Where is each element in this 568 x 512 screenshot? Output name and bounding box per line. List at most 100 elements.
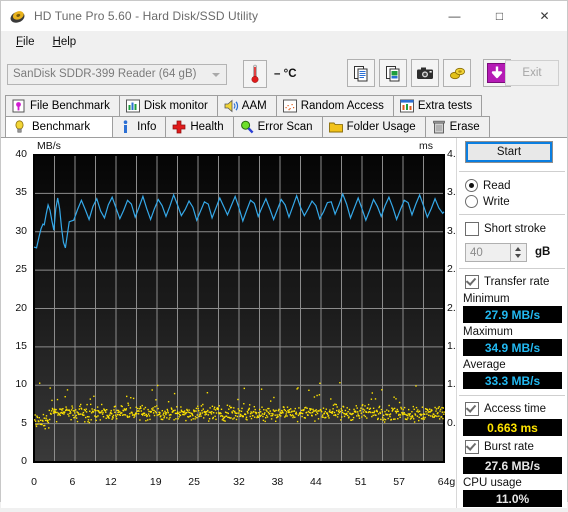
y-axis-label: MB/s	[37, 140, 61, 152]
stepper-down-icon	[515, 254, 521, 258]
x-axis-tick: 12	[105, 476, 117, 488]
minimum-value: 27.9 MB/s	[463, 306, 562, 323]
tab-label: File Benchmark	[30, 100, 110, 112]
benchmark-chart: 05101520253035400.501.001.502.002.503.00…	[1, 138, 467, 508]
radio-read-label: Read	[483, 179, 511, 192]
menu-bar: File Help	[1, 31, 567, 53]
x-axis-tick: 57	[393, 476, 405, 488]
burst-rate-checkbox[interactable]: Burst rate	[465, 440, 534, 454]
x-axis-tick: 25	[188, 476, 200, 488]
tab-label: AAM	[241, 100, 267, 112]
tab-random-access[interactable]: Random Access	[275, 95, 394, 116]
start-button[interactable]: Start	[465, 141, 553, 163]
trash-icon	[432, 120, 445, 137]
average-value: 33.3 MB/s	[463, 372, 562, 389]
extra-tests-icon	[399, 99, 414, 116]
copy-text-icon[interactable]	[347, 59, 375, 87]
tab-label: Info	[137, 121, 157, 133]
tab-extra-tests[interactable]: Extra tests	[392, 95, 483, 116]
cpu-usage-value: 11.0%	[463, 490, 562, 507]
menu-help[interactable]: Help	[44, 34, 86, 50]
minimize-button[interactable]: —	[432, 1, 477, 31]
tab-label: Health	[190, 121, 224, 133]
harddisk-icon	[9, 8, 26, 25]
exit-button[interactable]: Exit	[505, 60, 559, 86]
transfer-rate-checkbox[interactable]: Transfer rate	[465, 275, 549, 289]
copy-image-icon[interactable]	[379, 59, 407, 87]
thermometer-icon	[243, 60, 267, 88]
y-axis-tick: 15	[15, 339, 27, 352]
short-stroke-unit: gB	[535, 246, 551, 258]
radio-read[interactable]: Read	[465, 179, 511, 192]
benchmark-chart-svg	[33, 154, 445, 463]
short-stroke-stepper[interactable]: 40	[465, 243, 527, 262]
controls-panel: Start Read Write Short stroke 40 gB Tran…	[456, 138, 567, 508]
tab-error-scan[interactable]: Error Scan	[232, 116, 323, 137]
access-time-label: Access time	[484, 403, 546, 415]
disk-monitor-icon	[125, 99, 140, 116]
checkbox-icon	[465, 275, 479, 289]
window-title: HD Tune Pro 5.60 - Hard Disk/SSD Utility	[34, 9, 259, 23]
tab-label: Erase	[449, 121, 480, 133]
maximum-value: 34.9 MB/s	[463, 339, 562, 356]
tab-health[interactable]: Health	[165, 116, 234, 137]
device-select[interactable]: SanDisk SDDR-399 Reader (64 gB)	[7, 63, 227, 85]
divider	[459, 395, 565, 396]
benchmark-panel: 05101520253035400.501.001.502.002.503.00…	[1, 137, 567, 508]
close-button[interactable]: ✕	[522, 1, 567, 31]
cpu-usage-label: CPU usage	[463, 477, 522, 489]
x-axis-tick: 6	[69, 476, 76, 488]
temperature-display: – °C	[243, 60, 297, 88]
short-stroke-checkbox[interactable]: Short stroke	[465, 222, 546, 236]
file-benchmark-icon	[12, 99, 25, 116]
y-axis-tick: 10	[15, 378, 27, 391]
y-axis-tick: 25	[15, 263, 27, 276]
toolbar: SanDisk SDDR-399 Reader (64 gB) – °C Exi…	[1, 53, 567, 95]
maximum-label: Maximum	[463, 326, 513, 338]
info-icon	[121, 120, 130, 137]
hd-tune-window: HD Tune Pro 5.60 - Hard Disk/SSD Utility…	[0, 0, 568, 508]
tab-folder-usage[interactable]: Folder Usage	[321, 116, 426, 137]
tab-label: Disk monitor	[143, 100, 208, 112]
transfer-rate-label: Transfer rate	[484, 276, 550, 288]
y-axis-tick: 5	[21, 416, 27, 429]
maximize-button[interactable]: □	[477, 1, 522, 31]
tab-file-benchmark[interactable]: File Benchmark	[5, 95, 120, 116]
tab-label: Folder Usage	[346, 121, 416, 133]
tab-benchmark[interactable]: Benchmark	[5, 116, 114, 137]
donate-icon[interactable]	[443, 59, 471, 87]
radio-write[interactable]: Write	[465, 195, 510, 208]
x-axis-tick: 0	[31, 476, 37, 488]
tab-erase[interactable]: Erase	[424, 116, 490, 137]
window-controls: — □ ✕	[432, 1, 567, 31]
menu-file[interactable]: File	[7, 34, 44, 50]
average-label: Average	[463, 359, 506, 371]
tab-bar: File Benchmark Disk monitor AAM Random A…	[1, 95, 567, 137]
random-access-icon	[282, 99, 297, 116]
checkbox-icon	[465, 440, 479, 454]
checkbox-icon	[465, 402, 479, 416]
y-axis-tick: 20	[15, 301, 27, 314]
stepper-arrows[interactable]	[510, 244, 526, 261]
tab-info[interactable]: Info	[112, 116, 167, 137]
screenshot-icon[interactable]	[411, 59, 439, 87]
access-time-checkbox[interactable]: Access time	[465, 402, 546, 416]
x-axis-tick: 51	[354, 476, 367, 488]
speaker-icon	[224, 99, 239, 116]
tab-aam[interactable]: AAM	[216, 95, 277, 116]
toolbar-buttons	[347, 59, 511, 87]
title-bar: HD Tune Pro 5.60 - Hard Disk/SSD Utility…	[1, 1, 567, 31]
burst-rate-value: 27.6 MB/s	[463, 457, 562, 474]
tab-disk-monitor[interactable]: Disk monitor	[118, 95, 218, 116]
x-axis-tick: 44	[310, 476, 322, 488]
health-cross-icon	[172, 120, 186, 137]
tab-row-secondary: Benchmark Info Health Error Scan Folder …	[5, 116, 563, 137]
tab-label: Extra tests	[417, 100, 473, 112]
y-axis-tick: 30	[15, 224, 27, 237]
y-axis-tick: 40	[15, 148, 27, 160]
divider	[459, 171, 565, 172]
checkbox-icon	[465, 222, 479, 236]
x-axis-tick: 38	[271, 476, 284, 488]
magnifier-icon	[240, 120, 254, 137]
radio-write-icon	[465, 195, 478, 208]
